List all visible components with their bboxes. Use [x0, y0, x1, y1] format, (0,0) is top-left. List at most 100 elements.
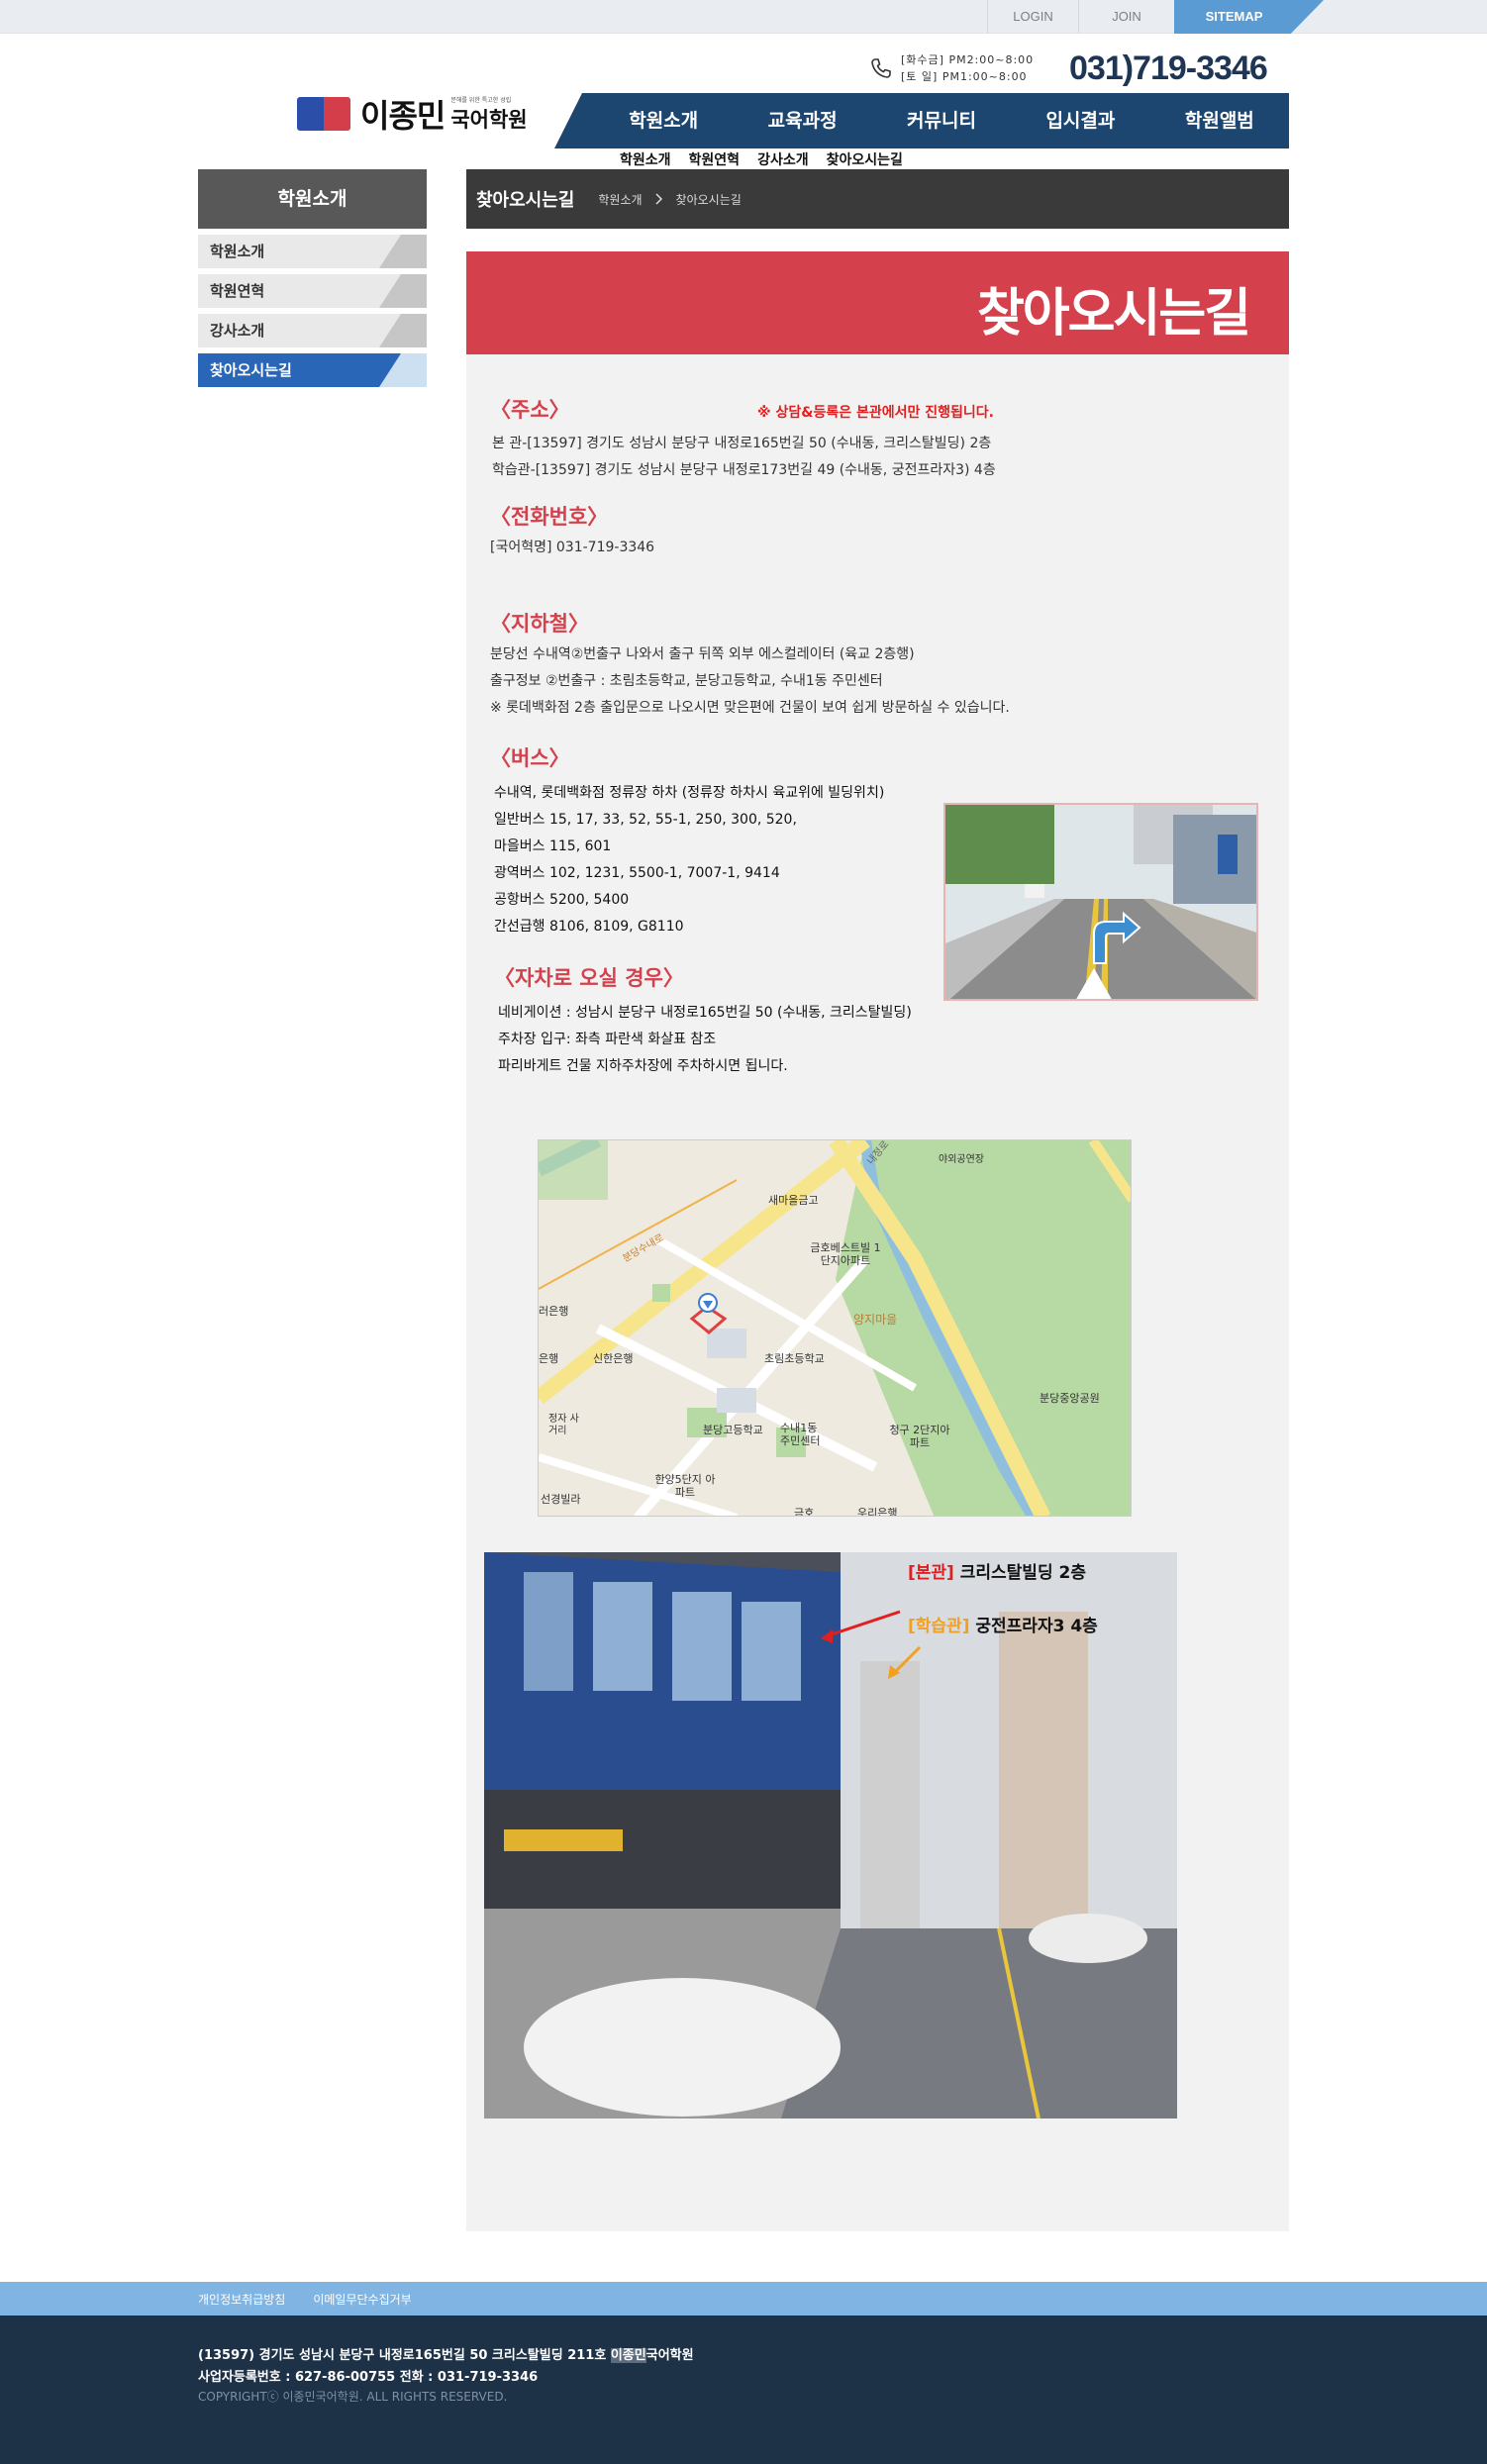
footer-links: 개인정보취급방침 이메일무단수집거부: [198, 2282, 412, 2316]
subway-line: ※ 롯데백화점 2층 출입문으로 나오시면 맞은편에 건물이 보여 쉽게 방문하…: [490, 700, 1010, 716]
footer-copyright: COPYRIGHTⓒ 이종민국어학원. ALL RIGHTS RESERVED.: [198, 2390, 508, 2404]
map-label: 새마을금고: [768, 1194, 819, 1207]
map-label: 수내1동 주민센터: [780, 1422, 821, 1447]
car-line: 파리바게트 건물 지하주차장에 주차하시면 됩니다.: [498, 1058, 788, 1074]
address-main: 본 관-[13597] 경기도 성남시 분당구 내정로165번길 50 (수내동…: [492, 436, 992, 451]
side-item-label: 강사소개: [210, 322, 265, 340]
consult-notice: ※ 상담&등록은 본관에서만 진행됩니다.: [757, 405, 994, 421]
side-item-directions[interactable]: 찾아오시는길: [198, 353, 427, 387]
bus-line: 공항버스 5200, 5400: [494, 892, 630, 908]
study-building-tag: [학습관]: [908, 1617, 970, 1636]
breadcrumb-home[interactable]: 학원소개: [598, 191, 642, 208]
map-label: 한양5단지 아파트: [654, 1473, 716, 1499]
sub-nav: 학원소개 학원연혁 강사소개 찾아오시는길: [620, 149, 903, 169]
location-map[interactable]: 새마을금고 금호베스트빌 1단지아파트 양지마을 초림초등학교 신한은행 분당고…: [538, 1139, 1132, 1517]
sitemap-link[interactable]: SITEMAP: [1174, 0, 1324, 34]
footer-address-post: 국어학원: [645, 2348, 694, 2363]
map-label: 초림초등학교: [764, 1352, 825, 1365]
map-label: 청구 2단지아파트: [889, 1424, 950, 1449]
footer: (13597) 경기도 성남시 분당구 내정로165번길 50 크리스탈빌딩 2…: [0, 2316, 1487, 2464]
subnav-teachers[interactable]: 강사소개: [757, 149, 809, 169]
side-menu: 학원소개 학원소개 학원연혁 강사소개 찾아오시는길: [198, 169, 427, 387]
map-label: 러은행: [539, 1305, 569, 1318]
subnav-directions[interactable]: 찾아오시는길: [827, 149, 903, 169]
phone-line: [국어혁명] 031-719-3346: [490, 540, 655, 555]
map-label: 분당중앙공원: [1040, 1392, 1100, 1405]
logo-sub: 문해를 위한 특고한 성립 국어학원: [450, 95, 527, 134]
address-study: 학습관-[13597] 경기도 성남시 분당구 내정로173번길 49 (수내동…: [492, 462, 996, 478]
header-phone: 031)719-3346: [1069, 49, 1268, 87]
nav-results[interactable]: 입시결과: [1011, 93, 1149, 148]
main-nav: 학원소개 교육과정 커뮤니티 입시결과 학원앨범: [554, 93, 1289, 148]
side-item-intro[interactable]: 학원소개: [198, 235, 427, 268]
subnav-intro[interactable]: 학원소개: [620, 149, 671, 169]
main-building-tag: [본관]: [908, 1563, 954, 1583]
map-label: 금호베스트빌 1단지아파트: [810, 1241, 881, 1267]
car-heading: 〈자차로 오실 경우〉: [494, 966, 684, 990]
map-label: 신한은행: [593, 1352, 634, 1365]
privacy-policy-link[interactable]: 개인정보취급방침: [198, 2291, 285, 2308]
side-menu-title: 학원소개: [198, 169, 427, 229]
side-item-label: 학원소개: [210, 243, 265, 260]
bus-heading: 〈버스〉: [490, 746, 570, 770]
map-label: 야외공연장: [939, 1154, 984, 1165]
page-banner: 찾아오시는길: [466, 251, 1289, 354]
email-refusal-link[interactable]: 이메일무단수집거부: [313, 2291, 411, 2308]
map-label: 선경빌라: [541, 1493, 581, 1506]
footer-address: (13597) 경기도 성남시 분당구 내정로165번길 50 크리스탈빌딩 2…: [198, 2344, 694, 2363]
side-item-label: 찾아오시는길: [210, 361, 292, 379]
bus-line: 광역버스 102, 1231, 5500-1, 7007-1, 9414: [494, 865, 780, 881]
chevron-right-icon: [655, 193, 662, 205]
study-building-text: 궁전프라자3 4층: [975, 1617, 1098, 1636]
top-links: LOGIN JOIN SITEMAP: [987, 0, 1324, 34]
nav-intro[interactable]: 학원소개: [594, 93, 733, 148]
contact-hours: [화수금] PM2:00~8:00 [토 일] PM1:00~8:00: [869, 51, 1034, 85]
footer-address-highlight: 이종민: [610, 2348, 646, 2363]
map-graphic: [539, 1140, 1131, 1516]
logo-name: 이종민: [360, 97, 446, 135]
address-heading: 〈주소〉: [490, 398, 570, 422]
map-label: 은행: [539, 1352, 559, 1365]
banner-title: 찾아오시는길: [976, 284, 1251, 344]
subway-heading: 〈지하철〉: [490, 612, 589, 636]
subway-line: 분당선 수내역②번출구 나와서 출구 뒤쪽 외부 에스컬레이터 (육교 2층행): [490, 646, 915, 662]
phone-heading: 〈전화번호〉: [490, 505, 609, 529]
top-bar: LOGIN JOIN SITEMAP: [0, 0, 1487, 34]
logo-academy: 국어학원: [450, 107, 528, 132]
main-content: 찾아오시는길 〈주소〉 ※ 상담&등록은 본관에서만 진행됩니다. 본 관-[1…: [466, 251, 1289, 2231]
parking-entrance-photo: [943, 803, 1258, 1001]
footer-address-pre: (13597) 경기도 성남시 분당구 내정로165번길 50 크리스탈빌딩 2…: [198, 2348, 611, 2363]
street-photo-icon: [945, 805, 1256, 999]
map-label: 분당고등학교: [703, 1424, 763, 1436]
site-logo[interactable]: 이종민 문해를 위한 특고한 성립 국어학원: [297, 94, 528, 135]
map-label: 우리은행: [857, 1507, 898, 1517]
login-link[interactable]: LOGIN: [987, 0, 1078, 34]
building-photo-graphic: [484, 1552, 1177, 2119]
join-link[interactable]: JOIN: [1078, 0, 1174, 34]
nav-album[interactable]: 학원앨범: [1150, 93, 1289, 148]
bus-line: 수내역, 롯데백화점 정류장 하차 (정류장 하차시 육교위에 빌딩위치): [494, 785, 885, 801]
side-item-history[interactable]: 학원연혁: [198, 274, 427, 308]
nav-community[interactable]: 커뮤니티: [872, 93, 1011, 148]
map-label: 정자 사거리: [548, 1414, 579, 1436]
subnav-history[interactable]: 학원연혁: [689, 149, 741, 169]
phone-icon: [871, 58, 891, 78]
building-photo: [본관] 크리스탈빌딩 2층 [학습관] 궁전프라자3 4층: [484, 1552, 1177, 2119]
footer-business: 사업자등록번호 : 627-86-00755 전화 : 031-719-3346: [198, 2370, 539, 2385]
side-item-teachers[interactable]: 강사소개: [198, 314, 427, 347]
side-item-arrow-icon: [379, 235, 427, 268]
bus-line: 일반버스 15, 17, 33, 52, 55-1, 250, 300, 520…: [494, 812, 797, 828]
logo-icon: [297, 97, 350, 131]
bus-line: 마을버스 115, 601: [494, 838, 612, 854]
car-line: 네비게이션 : 성남시 분당구 내정로165번길 50 (수내동, 크리스탈빌딩…: [498, 1005, 912, 1021]
hours-saturday: [토 일] PM1:00~8:00: [901, 70, 1028, 83]
main-building-caption: [본관] 크리스탈빌딩 2층: [908, 1558, 1086, 1583]
map-label: 양지마을: [853, 1313, 898, 1327]
breadcrumb-current: 찾아오시는길: [675, 192, 742, 207]
logo-tagline: 문해를 위한 특고한 성립: [450, 96, 512, 104]
map-label: 금호: [794, 1507, 815, 1517]
breadcrumb: 찾아오시는길 학원소개 찾아오시는길: [466, 169, 1289, 229]
side-item-arrow-icon: [379, 274, 427, 308]
nav-curriculum[interactable]: 교육과정: [733, 93, 871, 148]
page-title: 찾아오시는길: [476, 190, 575, 211]
